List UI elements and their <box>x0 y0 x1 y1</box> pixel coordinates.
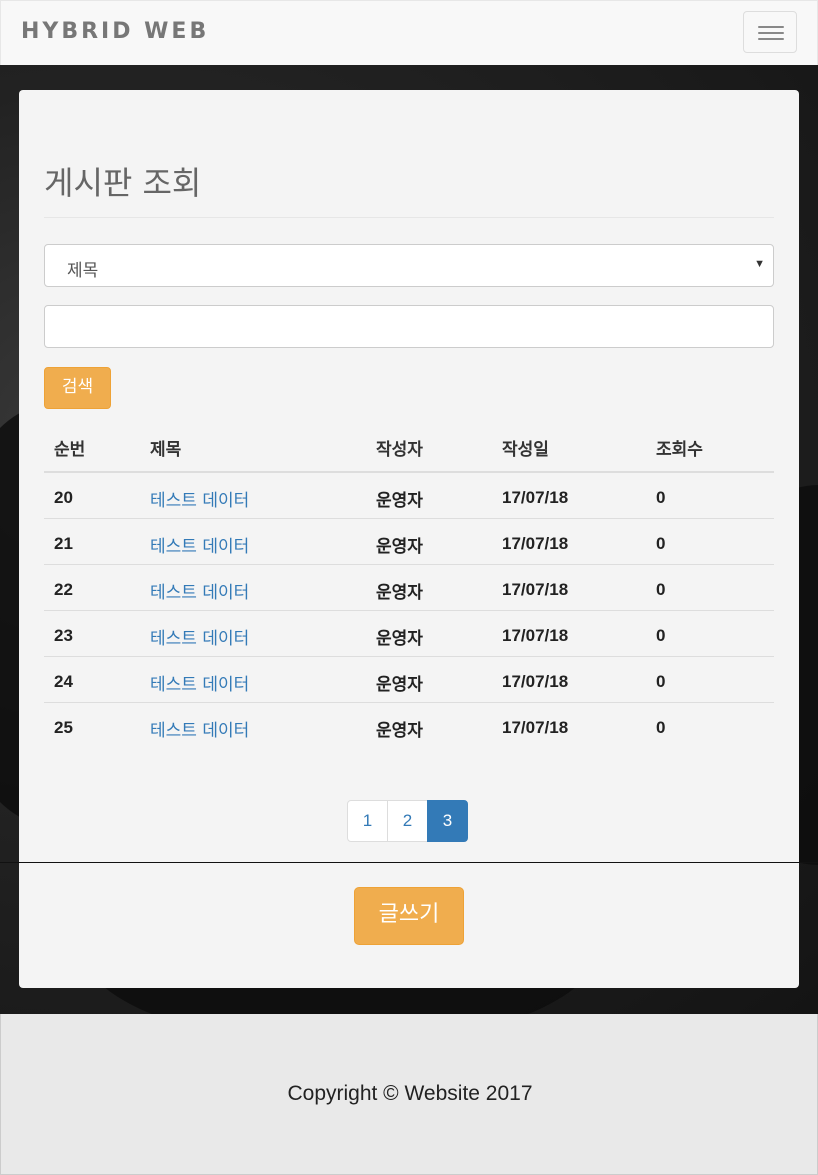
navbar: HYBRID WEB <box>0 0 818 66</box>
cell-no: 24 <box>44 655 140 702</box>
caret-down-icon: ▼ <box>754 258 765 270</box>
cell-views: 0 <box>646 563 774 610</box>
search-field-selected: 제목 <box>67 261 99 281</box>
page-link-1[interactable]: 1 <box>347 800 388 842</box>
cell-date: 17/07/18 <box>492 609 646 656</box>
footer-copyright: Copyright © Website 2017 <box>287 1082 533 1105</box>
post-title-link[interactable]: 테스트 데이터 <box>140 655 366 702</box>
cell-views: 0 <box>646 517 774 564</box>
section-divider <box>0 862 818 863</box>
cell-writer: 운영자 <box>366 609 492 656</box>
column-header-no: 순번 <box>44 420 140 473</box>
cell-no: 25 <box>44 701 140 748</box>
cell-no: 20 <box>54 488 73 508</box>
menu-toggle-button[interactable] <box>743 11 797 53</box>
table-row: 24 테스트 데이터 운영자 17/07/18 0 <box>44 655 774 702</box>
column-header-date: 작성일 <box>492 420 646 473</box>
cell-views: 0 <box>646 655 774 702</box>
cell-views: 0 <box>656 488 666 508</box>
cell-no: 22 <box>44 563 140 610</box>
cell-no: 21 <box>44 517 140 564</box>
search-button[interactable]: 검색 <box>44 367 111 409</box>
cell-no: 23 <box>44 609 140 656</box>
post-title-link[interactable]: 테스트 데이터 <box>140 472 366 518</box>
search-field-select[interactable]: 제목 ▼ <box>44 244 774 287</box>
title-divider <box>44 217 774 218</box>
post-title-link[interactable]: 테스트 데이터 <box>140 517 366 564</box>
page-title: 게시판 조회 <box>44 164 202 202</box>
cell-views: 0 <box>646 609 774 656</box>
cell-date: 17/07/18 <box>492 563 646 610</box>
table-header-row: 순번 제목 작성자 작성일 조회수 <box>44 420 774 473</box>
table-row: 25 테스트 데이터 운영자 17/07/18 0 <box>44 701 774 748</box>
footer: Copyright © Website 2017 <box>0 1014 818 1175</box>
cell-writer: 운영자 <box>366 655 492 702</box>
post-title-link[interactable]: 테스트 데이터 <box>140 563 366 610</box>
cell-views: 0 <box>646 701 774 748</box>
cell-date: 17/07/18 <box>502 488 569 508</box>
page-link-2[interactable]: 2 <box>387 800 428 842</box>
search-keyword-input[interactable] <box>44 305 774 348</box>
cell-writer: 운영자 <box>366 563 492 610</box>
board-table: 순번 제목 작성자 작성일 조회수 20 테스트 데이터 운영자 17/07/1… <box>44 420 774 748</box>
column-header-writer: 작성자 <box>366 420 492 473</box>
cell-writer: 운영자 <box>366 517 492 564</box>
board-panel: 게시판 조회 제목 ▼ 검색 순번 제목 작성자 작성일 조회수 20 테스트 … <box>19 90 799 988</box>
table-row: 23 테스트 데이터 운영자 17/07/18 0 <box>44 609 774 656</box>
table-row: 20 테스트 데이터 운영자 17/07/18 0 <box>44 472 774 518</box>
cell-date: 17/07/18 <box>492 655 646 702</box>
post-title-link[interactable]: 테스트 데이터 <box>140 609 366 656</box>
page-link-3-active[interactable]: 3 <box>427 800 468 842</box>
table-row: 22 테스트 데이터 운영자 17/07/18 0 <box>44 563 774 610</box>
column-header-title: 제목 <box>140 420 366 473</box>
table-row: 21 테스트 데이터 운영자 17/07/18 0 <box>44 517 774 564</box>
column-header-views: 조회수 <box>646 420 774 473</box>
cell-writer: 운영자 <box>366 701 492 748</box>
pagination: 1 2 3 <box>347 800 468 842</box>
write-post-button[interactable]: 글쓰기 <box>354 887 464 945</box>
cell-date: 17/07/18 <box>492 701 646 748</box>
cell-date: 17/07/18 <box>492 517 646 564</box>
cell-writer: 운영자 <box>376 490 423 511</box>
post-title-link[interactable]: 테스트 데이터 <box>140 701 366 748</box>
brand-logo[interactable]: HYBRID WEB <box>21 19 209 44</box>
